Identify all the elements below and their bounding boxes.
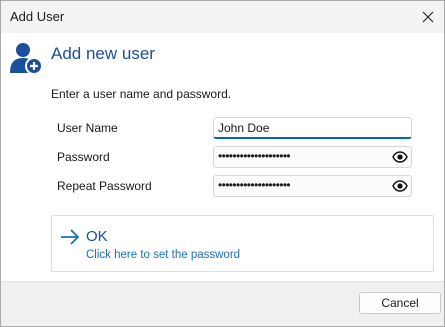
password-masked-value: •••••••••••••••••••• bbox=[218, 149, 291, 163]
dialog-footer: Cancel bbox=[1, 281, 444, 326]
title-bar: Add User bbox=[1, 1, 444, 33]
close-button[interactable] bbox=[412, 1, 444, 33]
eye-icon bbox=[392, 180, 408, 192]
user-name-input[interactable]: John Doe bbox=[213, 117, 412, 139]
ok-command-link[interactable]: OK Click here to set the password bbox=[51, 215, 434, 272]
ok-command-title: OK bbox=[86, 228, 108, 245]
cancel-button[interactable]: Cancel bbox=[359, 292, 441, 314]
show-repeat-password-button[interactable] bbox=[391, 178, 409, 194]
show-password-button[interactable] bbox=[391, 149, 409, 165]
user-name-label: User Name bbox=[57, 121, 118, 135]
dialog-heading: Add new user bbox=[51, 44, 155, 63]
user-name-value: John Doe bbox=[218, 121, 270, 135]
repeat-password-input[interactable]: •••••••••••••••••••• bbox=[213, 175, 412, 197]
instruction-text: Enter a user name and password. bbox=[51, 87, 232, 101]
add-user-dialog: Add User Add new user Enter a user name … bbox=[0, 0, 445, 327]
dialog-content: Add new user Enter a user name and passw… bbox=[1, 33, 444, 281]
password-label: Password bbox=[57, 150, 110, 164]
close-icon bbox=[422, 11, 434, 23]
user-add-icon bbox=[10, 43, 43, 75]
repeat-password-label: Repeat Password bbox=[57, 179, 152, 193]
eye-icon bbox=[392, 151, 408, 163]
repeat-password-masked-value: •••••••••••••••••••• bbox=[218, 178, 291, 192]
ok-command-subtitle: Click here to set the password bbox=[86, 249, 241, 261]
arrow-right-icon bbox=[61, 229, 80, 245]
window-title: Add User bbox=[10, 9, 65, 24]
password-input[interactable]: •••••••••••••••••••• bbox=[213, 146, 412, 168]
